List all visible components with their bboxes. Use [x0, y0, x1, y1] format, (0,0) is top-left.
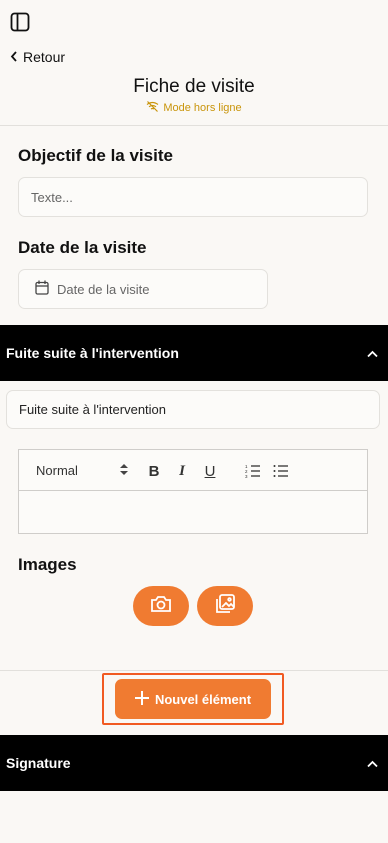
header-divider: [0, 125, 388, 126]
signature-title: Signature: [6, 755, 71, 771]
camera-icon: [150, 595, 172, 618]
images-label: Images: [18, 555, 77, 574]
footer-divider: [0, 670, 388, 671]
objective-label: Objectif de la visite: [18, 146, 173, 165]
editor-content[interactable]: [19, 491, 367, 534]
svg-text:3: 3: [245, 474, 248, 478]
date-placeholder: Date de la visite: [57, 281, 150, 297]
offline-indicator: Mode hors ligne: [0, 101, 388, 115]
bold-button[interactable]: B: [146, 462, 162, 480]
section-header-fuite[interactable]: Fuite suite à l'intervention: [0, 325, 388, 381]
ordered-list-icon[interactable]: 1 2 3: [245, 462, 261, 480]
calendar-icon: [35, 280, 49, 298]
gallery-icon: [214, 593, 236, 620]
back-label: Retour: [23, 49, 66, 65]
date-picker[interactable]: Date de la visite: [18, 269, 268, 309]
section-title: Fuite suite à l'intervention: [6, 345, 179, 361]
editor-toolbar: Normal B I U 1 2 3: [19, 450, 367, 491]
underline-button[interactable]: U: [202, 462, 218, 480]
sort-arrows-icon: [120, 463, 128, 478]
new-element-label: Nouvel élément: [154, 691, 252, 707]
item-title-input[interactable]: Fuite suite à l'intervention: [6, 390, 380, 429]
rich-text-editor: Normal B I U 1 2 3: [18, 449, 368, 534]
gallery-button[interactable]: [197, 586, 253, 626]
section-header-signature[interactable]: Signature: [0, 735, 388, 791]
sidebar-toggle-icon[interactable]: [9, 11, 31, 33]
wifi-off-icon: [146, 101, 159, 115]
offline-label: Mode hors ligne: [163, 102, 242, 114]
format-value: Normal: [36, 462, 78, 478]
objective-input[interactable]: Texte...: [18, 177, 368, 217]
back-link[interactable]: Retour: [10, 49, 65, 65]
format-select[interactable]: Normal: [36, 463, 136, 478]
chevron-left-icon: [10, 49, 18, 65]
date-label: Date de la visite: [18, 238, 147, 257]
plus-icon: [134, 690, 149, 708]
new-element-button[interactable]: Nouvel élément: [115, 679, 271, 719]
italic-button[interactable]: I: [174, 462, 190, 480]
chevron-up-icon[interactable]: [367, 345, 378, 361]
bullet-list-icon[interactable]: [273, 462, 289, 480]
page-title: Fiche de visite: [133, 76, 255, 97]
chevron-up-icon[interactable]: [367, 755, 378, 771]
take-photo-button[interactable]: [133, 586, 189, 626]
